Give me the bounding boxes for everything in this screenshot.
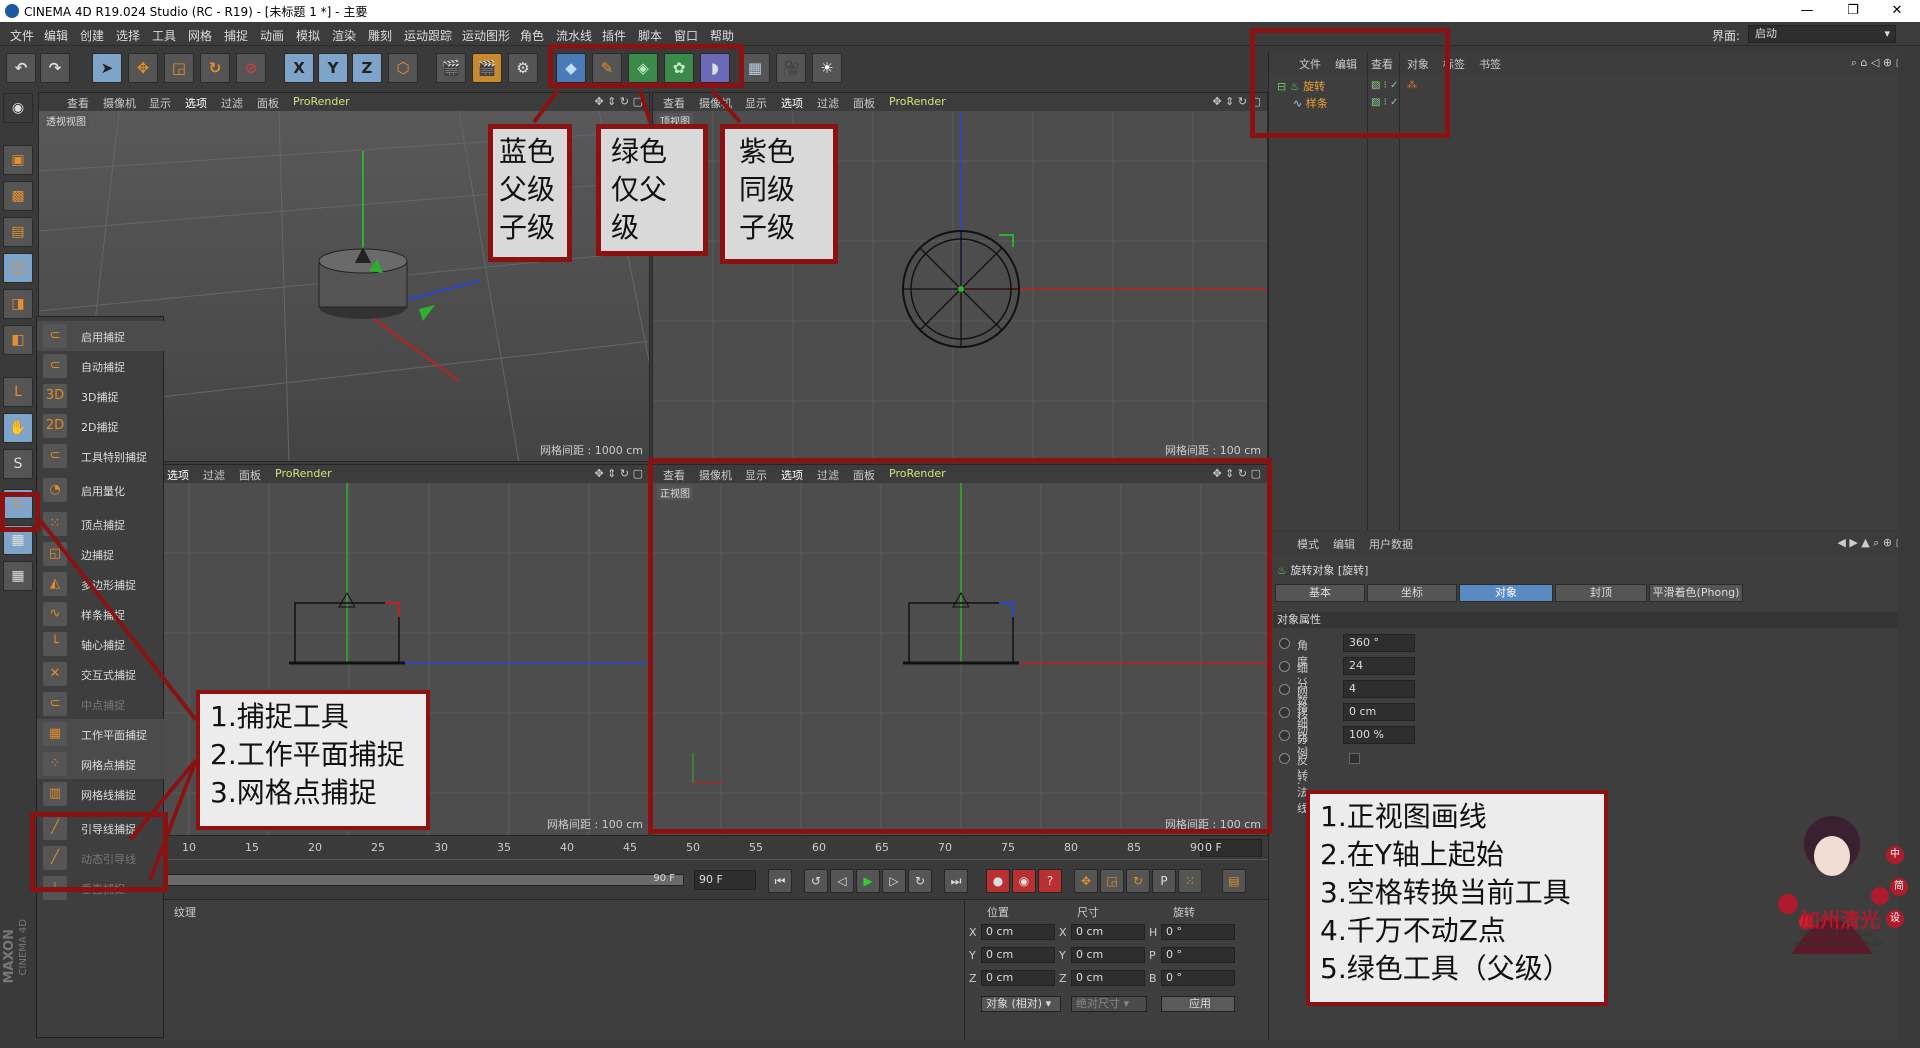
c4d-app: CINEMA 4D R19.024 Studio (RC - R19) - [未… — [0, 0, 1920, 1048]
annotation-arrows — [38, 88, 742, 881]
watermark-name: 加州清光 — [1800, 908, 1880, 932]
watermark-mark: 设 — [1886, 910, 1904, 928]
watermark-illustration — [1778, 816, 1889, 954]
watermark-credit: DESIGN BY SAIKALIN — [1800, 930, 1873, 938]
watermark-weibo: WEIBO.COM/SAIKALINLILY — [1794, 940, 1884, 948]
artist-watermark: 加州清光 DESIGN BY SAIKALIN WEIBO.COM/SAIKAL… — [1762, 804, 1912, 984]
watermark-mark: 简 — [1890, 878, 1908, 896]
watermark-mark: 中 — [1886, 846, 1904, 864]
